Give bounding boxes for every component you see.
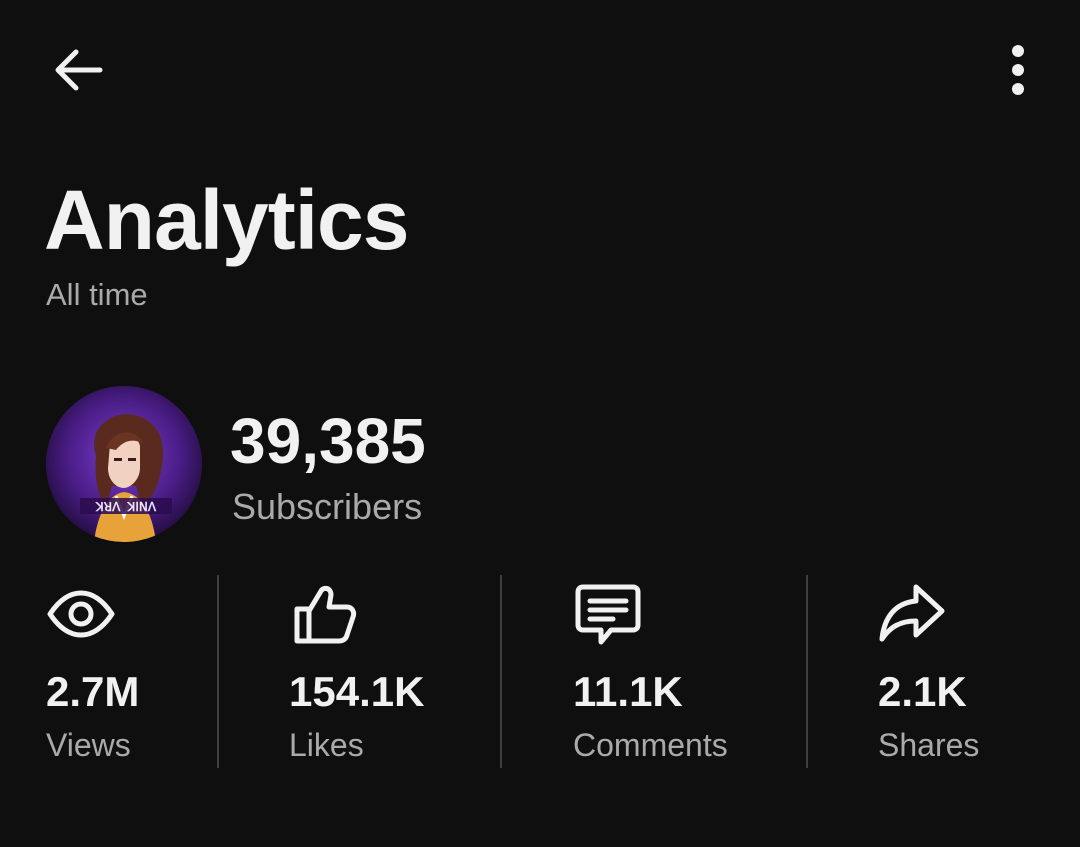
stat-label: Likes	[289, 727, 364, 763]
stat-shares[interactable]: 2.1K Shares	[878, 575, 1048, 770]
more-options-button[interactable]	[986, 36, 1050, 104]
stat-value: 154.1K	[289, 668, 425, 715]
stat-label: Shares	[878, 727, 980, 763]
stat-label: Comments	[573, 727, 728, 763]
share-icon	[879, 584, 945, 642]
subscriber-label: Subscribers	[232, 486, 423, 527]
eye-icon	[47, 590, 115, 638]
top-bar	[0, 0, 1080, 140]
divider	[806, 575, 808, 768]
page-title: Analytics	[44, 173, 409, 267]
more-vertical-icon	[1012, 45, 1024, 95]
stat-likes[interactable]: 154.1K Likes	[289, 575, 479, 770]
arrow-left-icon	[55, 49, 103, 91]
stat-comments[interactable]: 11.1K Comments	[573, 575, 783, 770]
stat-views[interactable]: 2.7M Views	[46, 575, 206, 770]
stat-label: Views	[46, 727, 131, 763]
stat-value: 11.1K	[573, 668, 683, 715]
thumbs-up-icon	[294, 585, 357, 644]
stats-row: 2.7M Views 154.1K Likes 11.1K Comments 2…	[0, 575, 1080, 770]
divider	[217, 575, 219, 768]
svg-text:ꓘꓤꓥ ꓘꓲꓠꓥ: ꓘꓤꓥ ꓘꓲꓠꓥ	[95, 500, 157, 514]
comment-icon	[575, 584, 641, 645]
channel-summary: ꓘꓤꓥ ꓘꓲꓠꓥ 39,385 Subscribers	[0, 380, 1080, 550]
divider	[500, 575, 502, 768]
stat-value: 2.7M	[46, 668, 140, 715]
stat-value: 2.1K	[878, 668, 967, 715]
subscriber-count: 39,385	[230, 405, 426, 477]
back-button[interactable]	[44, 36, 112, 104]
time-range-label[interactable]: All time	[46, 276, 148, 314]
channel-avatar[interactable]: ꓘꓤꓥ ꓘꓲꓠꓥ	[46, 386, 202, 542]
